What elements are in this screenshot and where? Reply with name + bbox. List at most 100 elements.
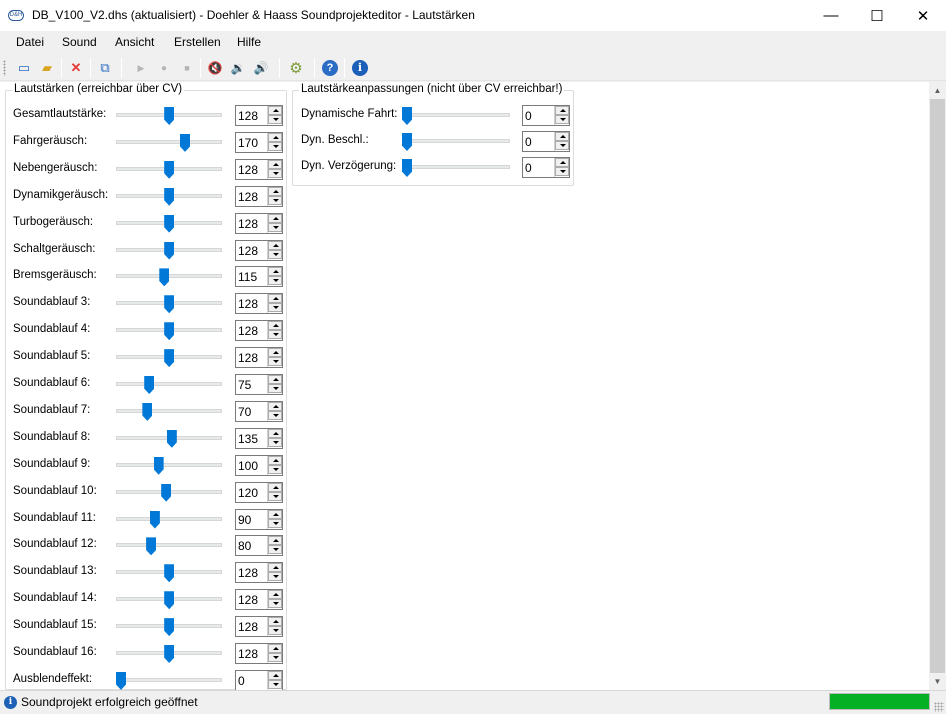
spin-down-icon[interactable]: [268, 115, 282, 124]
slider-thumb[interactable]: [166, 429, 177, 448]
volume-value[interactable]: 128: [238, 163, 258, 177]
spin-up-icon[interactable]: [268, 267, 282, 277]
volume-spinbox[interactable]: 128: [235, 185, 283, 207]
slider-track[interactable]: [402, 165, 510, 169]
menu-hilfe[interactable]: Hilfe: [237, 35, 261, 49]
volume-spinbox[interactable]: 135: [235, 427, 283, 449]
volume-spinbox[interactable]: 128: [235, 589, 283, 611]
slider-track[interactable]: [402, 139, 510, 143]
slider-track[interactable]: [116, 516, 222, 521]
spin-down-icon[interactable]: [268, 276, 282, 286]
volume-value[interactable]: 128: [238, 217, 258, 231]
volume-value[interactable]: 90: [238, 513, 251, 527]
volume-value[interactable]: 0: [525, 135, 532, 149]
spin-down-icon[interactable]: [268, 491, 282, 501]
spin-down-icon[interactable]: [268, 653, 282, 662]
slider-thumb[interactable]: [161, 483, 172, 502]
volume-spinbox[interactable]: 128: [235, 158, 283, 180]
slider-thumb[interactable]: [164, 645, 175, 663]
volume-value[interactable]: 0: [238, 674, 245, 688]
slider-thumb[interactable]: [164, 322, 175, 341]
slider-track[interactable]: [116, 408, 222, 413]
spin-up-icon[interactable]: [268, 375, 282, 384]
spin-down-icon[interactable]: [268, 437, 282, 447]
spin-up-icon[interactable]: [555, 158, 569, 167]
delete-icon[interactable]: ✕: [66, 58, 86, 78]
spin-down-icon[interactable]: [268, 626, 282, 636]
settings-gear-icon[interactable]: ⚙: [286, 58, 306, 78]
slider-thumb[interactable]: [402, 133, 412, 151]
slider-thumb[interactable]: [164, 241, 175, 260]
volume-value[interactable]: 128: [238, 297, 258, 311]
volume-spinbox[interactable]: 170: [235, 131, 283, 153]
spin-up-icon[interactable]: [268, 428, 282, 438]
volume-spinbox[interactable]: 100: [235, 454, 283, 476]
spin-up-icon[interactable]: [268, 670, 282, 680]
scroll-up-icon[interactable]: ▲: [929, 82, 946, 99]
speaker-muted-icon[interactable]: 🔇: [205, 58, 225, 78]
volume-spinbox[interactable]: 128: [235, 212, 283, 234]
slider-thumb[interactable]: [164, 107, 175, 125]
volume-value[interactable]: 128: [238, 190, 258, 204]
record-icon[interactable]: ●: [154, 58, 174, 78]
spin-down-icon[interactable]: [268, 464, 282, 474]
spin-down-icon[interactable]: [268, 168, 282, 178]
volume-value[interactable]: 128: [238, 244, 258, 258]
volume-value[interactable]: 120: [238, 486, 258, 500]
scroll-down-icon[interactable]: ▼: [929, 673, 946, 690]
volume-spinbox[interactable]: 128: [235, 616, 283, 638]
volume-spinbox[interactable]: 128: [235, 643, 283, 664]
slider-thumb[interactable]: [180, 133, 190, 152]
volume-value[interactable]: 0: [525, 161, 532, 175]
help-icon[interactable]: ?: [320, 58, 340, 78]
slider-thumb[interactable]: [164, 214, 175, 233]
menu-sound[interactable]: Sound: [62, 35, 97, 49]
volume-value[interactable]: 115: [238, 270, 257, 284]
slider-track[interactable]: [116, 462, 222, 467]
volume-spinbox[interactable]: 0: [522, 105, 570, 126]
spin-up-icon[interactable]: [555, 106, 569, 115]
volume-spinbox[interactable]: 0: [235, 669, 283, 691]
scrollbar-thumb[interactable]: [930, 99, 945, 673]
slider-thumb[interactable]: [146, 537, 157, 556]
slider-track[interactable]: [116, 382, 222, 386]
slider-thumb[interactable]: [164, 618, 175, 637]
volume-value[interactable]: 75: [238, 378, 251, 392]
volume-value[interactable]: 70: [238, 405, 251, 419]
spin-up-icon[interactable]: [268, 294, 282, 304]
spin-down-icon[interactable]: [268, 249, 282, 259]
volume-value[interactable]: 80: [238, 539, 251, 553]
minimize-button[interactable]: —: [808, 0, 854, 31]
volume-spinbox[interactable]: 120: [235, 481, 283, 503]
volume-spinbox[interactable]: 80: [235, 535, 283, 557]
spin-down-icon[interactable]: [555, 141, 569, 150]
slider-thumb[interactable]: [402, 107, 412, 125]
volume-value[interactable]: 128: [238, 566, 258, 580]
slider-thumb[interactable]: [164, 295, 175, 314]
volume-spinbox[interactable]: 128: [235, 293, 283, 315]
menu-datei[interactable]: Datei: [16, 35, 44, 49]
slider-thumb[interactable]: [164, 564, 175, 583]
slider-track[interactable]: [116, 543, 222, 548]
spin-down-icon[interactable]: [555, 115, 569, 124]
volume-value[interactable]: 100: [238, 459, 258, 473]
spin-down-icon[interactable]: [268, 679, 282, 689]
volume-value[interactable]: 128: [238, 109, 258, 123]
info-icon[interactable]: i: [350, 58, 370, 78]
volume-spinbox[interactable]: 128: [235, 347, 283, 369]
spin-down-icon[interactable]: [268, 222, 282, 232]
spin-down-icon[interactable]: [268, 545, 282, 555]
spin-down-icon[interactable]: [268, 518, 282, 528]
volume-value[interactable]: 135: [238, 432, 258, 446]
spin-down-icon[interactable]: [268, 384, 282, 393]
resize-grip[interactable]: [934, 702, 944, 712]
slider-thumb[interactable]: [149, 510, 160, 529]
slider-thumb[interactable]: [164, 187, 175, 206]
volume-value[interactable]: 128: [238, 324, 258, 338]
spin-down-icon[interactable]: [268, 195, 282, 205]
slider-track[interactable]: [402, 113, 510, 117]
spin-up-icon[interactable]: [268, 617, 282, 627]
spin-up-icon[interactable]: [555, 132, 569, 141]
menu-erstellen[interactable]: Erstellen: [174, 35, 221, 49]
stop-icon[interactable]: ■: [177, 58, 197, 78]
